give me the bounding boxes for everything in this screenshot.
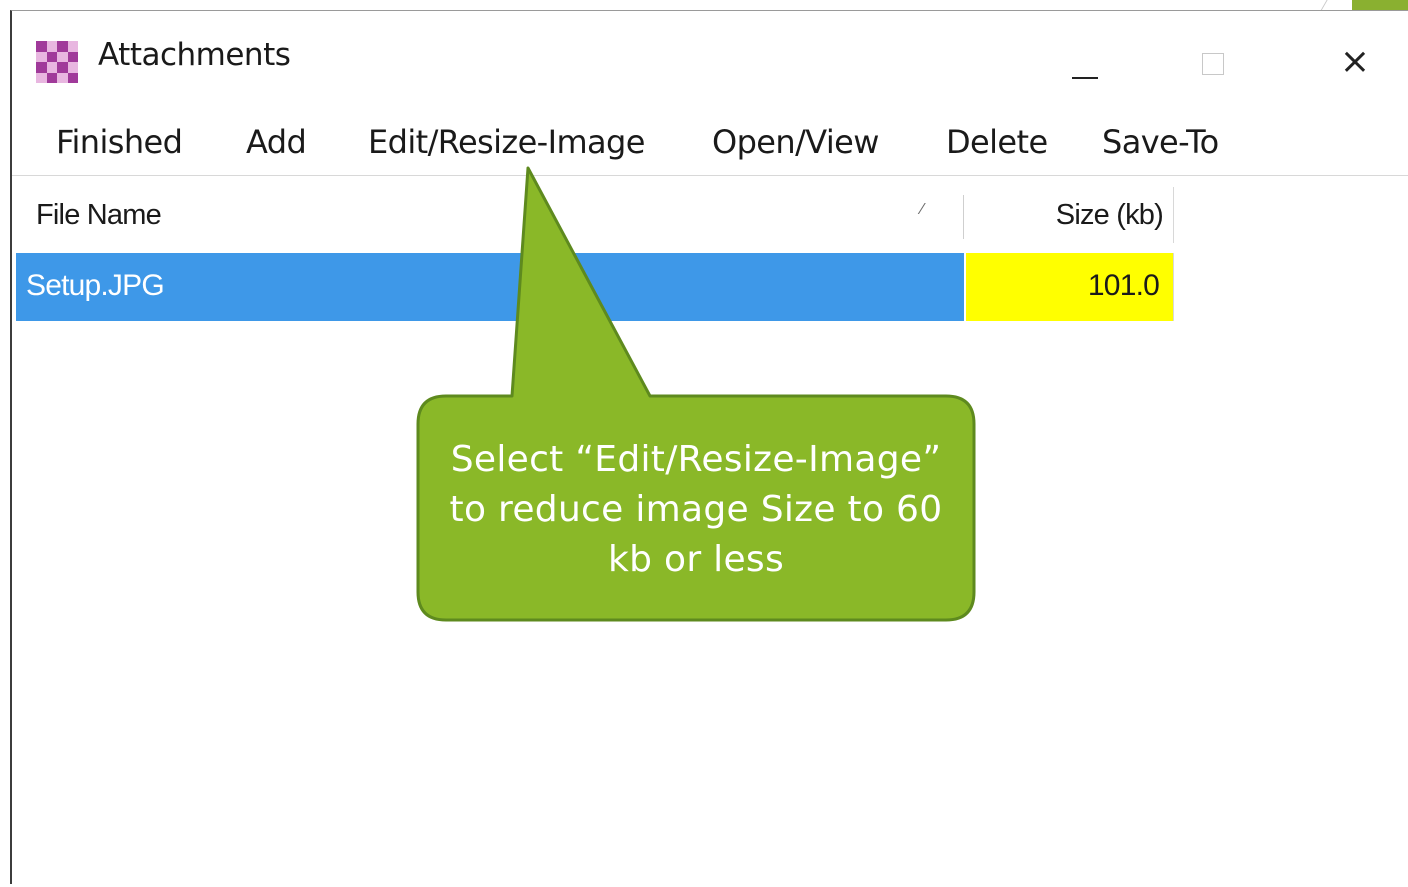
column-header-file-name[interactable]: File Name [16, 187, 964, 243]
menu-bar: Finished Add Edit/Resize-Image Open/View… [12, 111, 1408, 176]
file-size-cell[interactable]: 101.0 [966, 253, 1174, 321]
callout-text: Select “Edit/Resize-Image” to reduce ima… [449, 439, 943, 580]
menu-finished[interactable]: Finished [56, 123, 183, 161]
menu-delete[interactable]: Delete [946, 123, 1048, 161]
background-slide-accent [1352, 0, 1408, 10]
minimize-button[interactable] [1050, 31, 1120, 91]
menu-save-to[interactable]: Save-To [1102, 123, 1219, 161]
column-divider[interactable] [963, 195, 964, 239]
maximize-button[interactable] [1180, 31, 1250, 91]
close-button[interactable]: × [1320, 31, 1390, 91]
column-header-row: File Name ⁄ Size (kb) [16, 187, 1176, 243]
table-row[interactable]: Setup.JPG 101.0 [16, 253, 1176, 321]
menu-add[interactable]: Add [246, 123, 307, 161]
checkerboard-app-icon [36, 41, 78, 83]
menu-edit-resize-image[interactable]: Edit/Resize-Image [368, 123, 645, 161]
sort-indicator-icon: ⁄ [921, 201, 924, 218]
title-bar[interactable]: Attachments × [12, 11, 1408, 103]
menu-open-view[interactable]: Open/View [712, 123, 879, 161]
close-icon: × [1339, 41, 1371, 82]
column-header-size[interactable]: Size (kb) [966, 187, 1174, 243]
window-title: Attachments [98, 37, 291, 73]
file-name-cell[interactable]: Setup.JPG [16, 253, 964, 321]
